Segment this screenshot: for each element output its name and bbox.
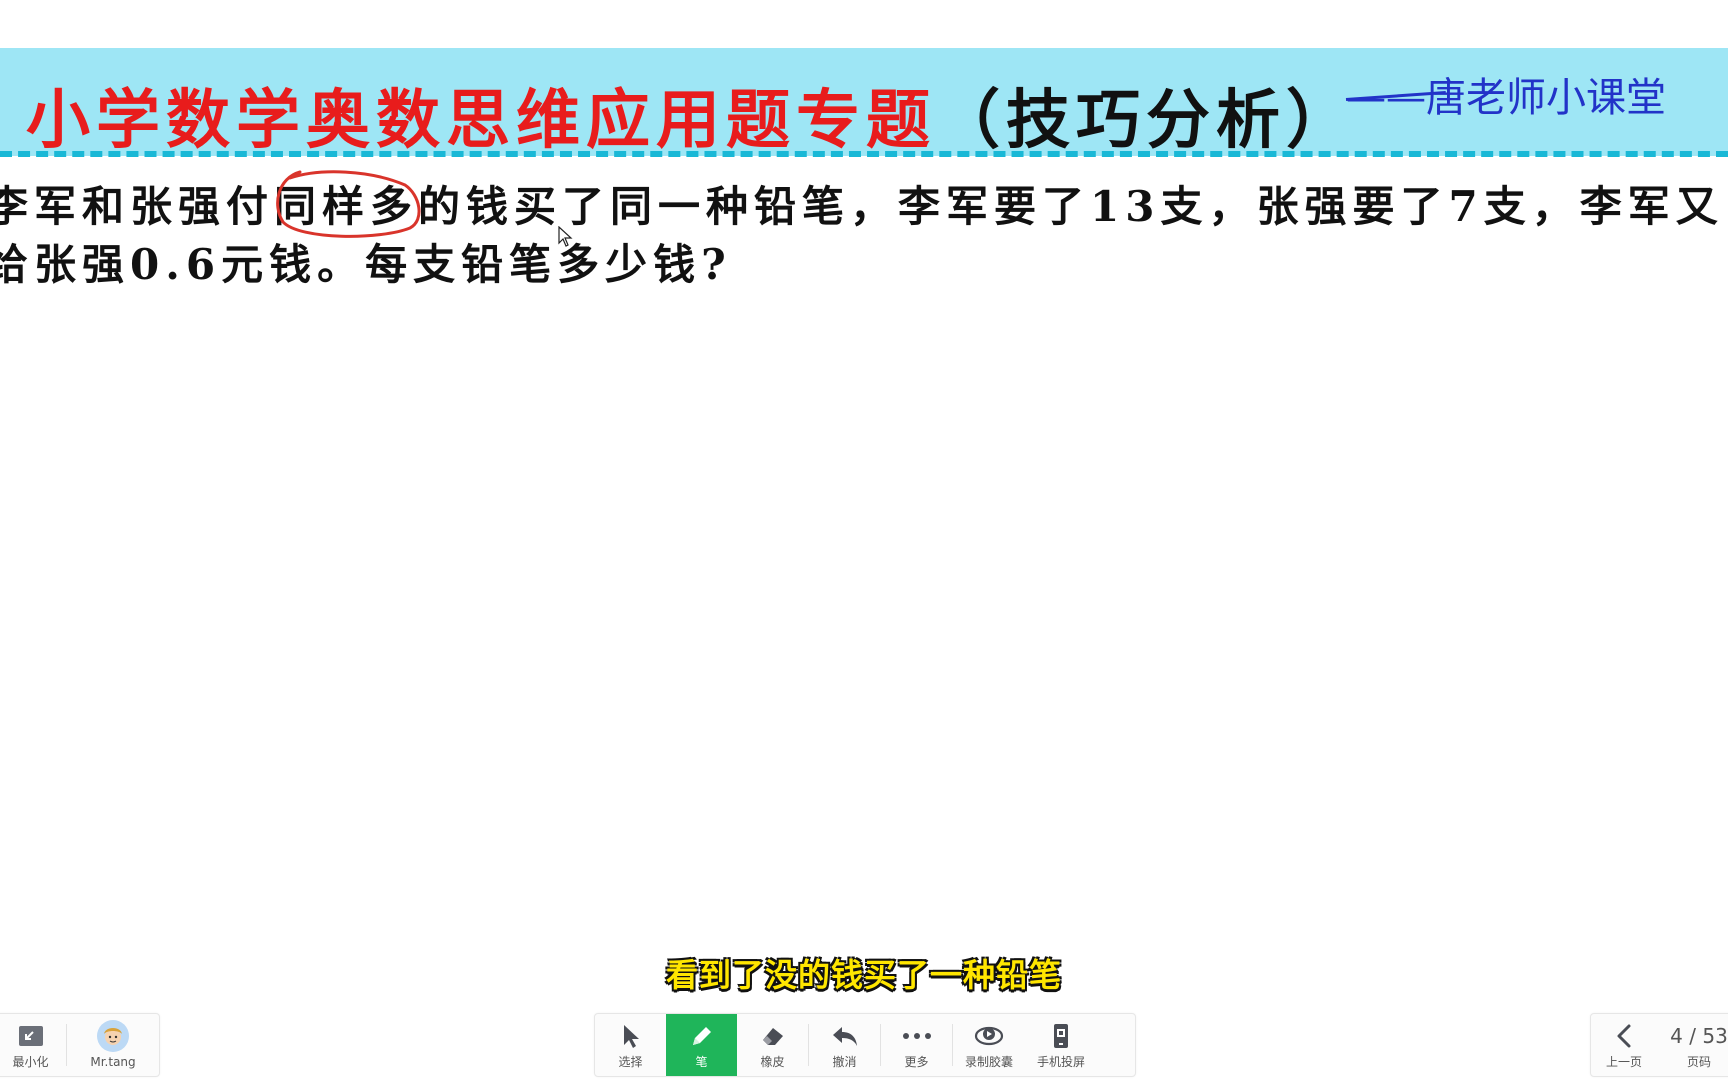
page-label: 页码 bbox=[1686, 1055, 1711, 1069]
mouse-cursor-icon bbox=[558, 226, 573, 247]
title-main: 小学数学奥数思维应用题专题 bbox=[26, 83, 936, 158]
drawing-toolbar: 选择 笔 橡皮 撤消 更多 录制胶囊 手机投屏 bbox=[594, 1013, 1136, 1077]
eraser-label: 橡皮 bbox=[760, 1055, 785, 1069]
problem-line-1: 李军和张强付同样多的钱买了同一种铅笔，李军要了13支，张强要了7支，李军又 bbox=[0, 178, 1728, 236]
problem-text: 李军和张强付同样多的钱买了同一种铅笔，李军要了13支，张强要了7支，李军又 给张… bbox=[0, 178, 1728, 294]
page-indicator: 4 / 53 bbox=[1670, 1024, 1728, 1048]
problem-line-1-start: 李军和张强付 bbox=[0, 182, 275, 231]
signature: ——唐老师小课堂 bbox=[1346, 75, 1666, 121]
undo-label: 撤消 bbox=[832, 1055, 857, 1069]
prev-page-label: 上一页 bbox=[1605, 1055, 1642, 1069]
left-toolbar: 最小化 Mr.tang bbox=[0, 1013, 160, 1077]
record-label: 录制胶囊 bbox=[964, 1055, 1013, 1069]
more-dots-icon bbox=[902, 1021, 932, 1051]
undo-button[interactable]: 撤消 bbox=[809, 1014, 880, 1076]
page-navigation-toolbar: 上一页 4 / 53 页码 bbox=[1590, 1013, 1728, 1077]
eraser-tool-button[interactable]: 橡皮 bbox=[737, 1014, 808, 1076]
chevron-left-icon bbox=[1615, 1021, 1633, 1051]
phone-cast-button[interactable]: 手机投屏 bbox=[1025, 1014, 1097, 1076]
record-capsule-button[interactable]: 录制胶囊 bbox=[953, 1014, 1025, 1076]
circled-phrase: 同样多 bbox=[274, 182, 419, 231]
more-label: 更多 bbox=[904, 1055, 929, 1069]
problem-line-1-end: 的钱买了同一种铅笔，李军要了13支，张强要了7支，李军又 bbox=[418, 182, 1724, 231]
minimize-button[interactable]: 最小化 bbox=[0, 1014, 66, 1076]
page-title: 小学数学奥数思维应用题专题（技巧分析） bbox=[26, 86, 1356, 156]
cast-label: 手机投屏 bbox=[1036, 1055, 1085, 1069]
pen-icon bbox=[689, 1021, 715, 1051]
select-label: 选择 bbox=[618, 1055, 643, 1069]
user-profile-button[interactable]: Mr.tang bbox=[67, 1014, 159, 1076]
more-button[interactable]: 更多 bbox=[881, 1014, 952, 1076]
record-capsule-icon bbox=[974, 1021, 1004, 1051]
annotation-layer bbox=[276, 170, 421, 238]
eraser-icon bbox=[760, 1021, 786, 1051]
undo-icon bbox=[831, 1021, 859, 1051]
user-avatar bbox=[97, 1020, 129, 1052]
pen-label: 笔 bbox=[695, 1055, 708, 1069]
minimize-label: 最小化 bbox=[12, 1055, 49, 1069]
page-number-button[interactable]: 4 / 53 页码 bbox=[1657, 1014, 1728, 1076]
select-tool-button[interactable]: 选择 bbox=[595, 1014, 666, 1076]
user-name: Mr.tang bbox=[90, 1055, 136, 1069]
video-subtitle: 看到了没的钱买了一种铅笔 bbox=[665, 956, 1062, 994]
phone-cast-icon bbox=[1051, 1021, 1071, 1051]
cursor-arrow-icon bbox=[620, 1021, 642, 1051]
pen-tool-button[interactable]: 笔 bbox=[666, 1014, 737, 1076]
title-paren: （技巧分析） bbox=[936, 83, 1356, 158]
previous-page-button[interactable]: 上一页 bbox=[1591, 1014, 1657, 1076]
problem-line-2: 给张强0.6元钱。每支铅笔多少钱? bbox=[0, 240, 732, 289]
minimize-icon bbox=[17, 1021, 45, 1051]
